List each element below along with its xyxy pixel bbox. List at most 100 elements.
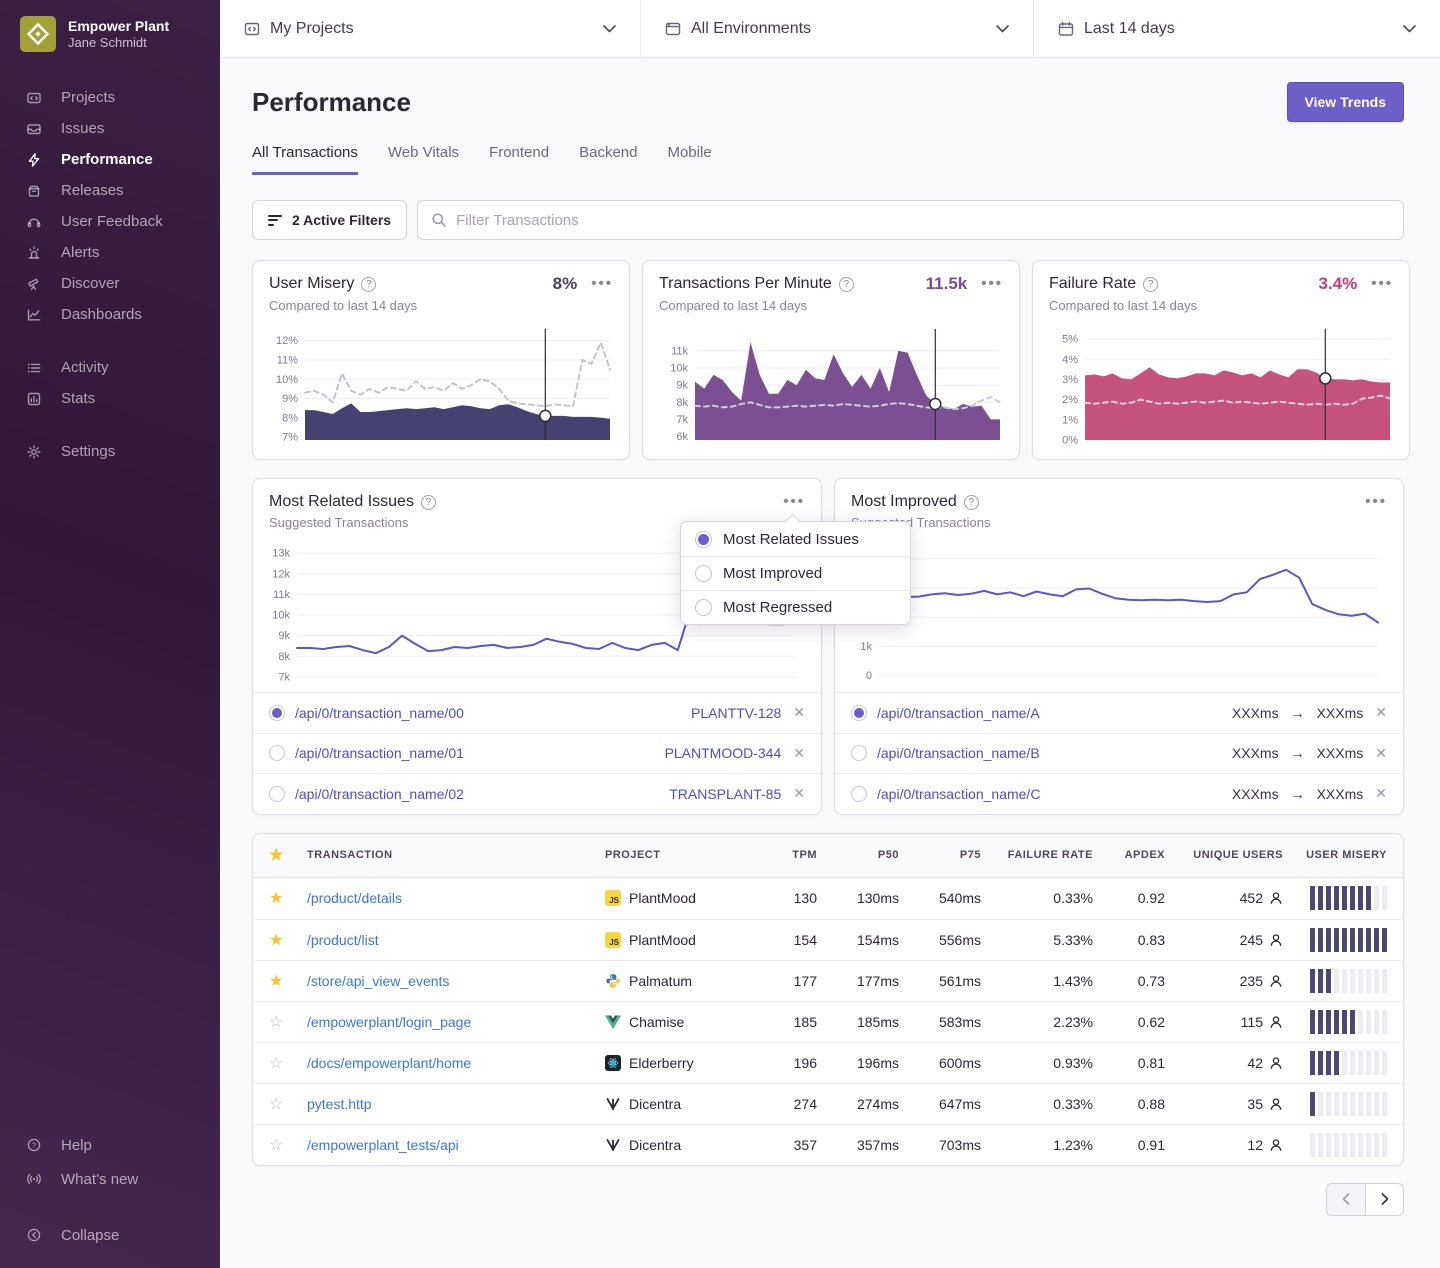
column-header[interactable]: P50: [817, 849, 899, 861]
pagination: [252, 1183, 1404, 1216]
column-header[interactable]: PROJECT: [605, 849, 755, 861]
next-page-button[interactable]: [1365, 1183, 1404, 1216]
ellipsis-menu-icon[interactable]: •••: [981, 279, 1003, 289]
column-header[interactable]: UNIQUE USERS: [1165, 849, 1283, 861]
org-switcher[interactable]: Empower Plant Jane Schmidt: [0, 0, 220, 52]
column-header[interactable]: TPM: [755, 849, 817, 861]
menu-item-most-related-issues[interactable]: Most Related Issues: [681, 522, 910, 556]
radio-button[interactable]: [695, 599, 712, 616]
sidebar-item-alerts[interactable]: Alerts: [0, 237, 220, 268]
sidebar-item-help[interactable]: ? Help: [0, 1128, 220, 1162]
column-header[interactable]: USER MISERY: [1283, 849, 1387, 861]
sidebar-item-issues[interactable]: Issues: [0, 113, 220, 144]
sidebar-item-discover[interactable]: Discover: [0, 268, 220, 299]
close-icon[interactable]: ✕: [1375, 785, 1387, 802]
transaction-link[interactable]: /api/0/transaction_name/C: [877, 786, 1040, 802]
column-header[interactable]: APDEX: [1093, 849, 1165, 861]
tab-web-vitals[interactable]: Web Vitals: [388, 144, 459, 175]
project-selector[interactable]: My Projects: [220, 0, 640, 57]
misery-segment: [1350, 1092, 1355, 1116]
misery-segment: [1366, 886, 1371, 910]
transaction-link[interactable]: /docs/empowerplant/home: [307, 1055, 605, 1071]
help-circle-icon[interactable]: ?: [1143, 277, 1158, 292]
ellipsis-menu-icon[interactable]: •••: [1371, 279, 1393, 289]
sidebar-item-user-feedback[interactable]: User Feedback: [0, 206, 220, 237]
sidebar-item-stats[interactable]: Stats: [0, 383, 220, 414]
menu-item-most-regressed[interactable]: Most Regressed: [681, 590, 910, 624]
sidebar-item-activity[interactable]: Activity: [0, 352, 220, 383]
view-trends-button[interactable]: View Trends: [1287, 82, 1404, 122]
help-circle-icon[interactable]: ?: [421, 495, 436, 510]
transaction-link[interactable]: /store/api_view_events: [307, 973, 605, 989]
project-cell: Dicentra: [605, 1096, 755, 1112]
radio-button[interactable]: [851, 705, 867, 721]
transaction-link[interactable]: /api/0/transaction_name/00: [295, 705, 464, 721]
close-icon[interactable]: ✕: [793, 785, 805, 802]
radio-button[interactable]: [851, 745, 867, 761]
close-icon[interactable]: ✕: [793, 745, 805, 762]
previous-page-button[interactable]: [1326, 1183, 1365, 1216]
help-circle-icon[interactable]: ?: [839, 277, 854, 292]
sidebar-item-projects[interactable]: Projects: [0, 82, 220, 113]
tab-backend[interactable]: Backend: [579, 144, 637, 175]
tab-all-transactions[interactable]: All Transactions: [252, 144, 358, 175]
transaction-link[interactable]: /product/details: [307, 890, 605, 906]
diamond-logo-icon: [26, 22, 50, 46]
sidebar-item-settings[interactable]: Settings: [0, 436, 220, 467]
close-icon[interactable]: ✕: [1375, 745, 1387, 762]
sidebar-item-releases[interactable]: Releases: [0, 175, 220, 206]
help-circle-icon[interactable]: ?: [964, 495, 979, 510]
active-filters-button[interactable]: 2 Active Filters: [252, 200, 407, 240]
radio-button[interactable]: [695, 565, 712, 582]
star-toggle[interactable]: ☆: [269, 1053, 307, 1073]
menu-item-most-improved[interactable]: Most Improved: [681, 556, 910, 590]
environment-selector[interactable]: All Environments: [641, 0, 1033, 57]
unique-users-cell: 42: [1165, 1055, 1283, 1071]
tab-frontend[interactable]: Frontend: [489, 144, 549, 175]
close-icon[interactable]: ✕: [1375, 704, 1387, 721]
ellipsis-menu-icon[interactable]: •••: [1365, 497, 1387, 507]
radio-button[interactable]: [851, 786, 867, 802]
sidebar-item-label: Dashboards: [61, 306, 142, 323]
transaction-link[interactable]: pytest.http: [307, 1096, 605, 1112]
radio-button[interactable]: [695, 531, 712, 548]
sidebar-item-performance[interactable]: Performance: [0, 144, 220, 175]
transaction-link[interactable]: /product/list: [307, 932, 605, 948]
star-toggle[interactable]: ☆: [269, 1094, 307, 1114]
star-toggle[interactable]: ★: [269, 888, 307, 908]
ellipsis-menu-icon[interactable]: •••: [783, 497, 805, 507]
close-icon[interactable]: ✕: [793, 704, 805, 721]
star-toggle[interactable]: ★: [269, 971, 307, 991]
transaction-link[interactable]: /empowerplant/login_page: [307, 1014, 605, 1030]
star-toggle[interactable]: ★: [269, 930, 307, 950]
radio-button[interactable]: [269, 745, 285, 761]
transaction-link[interactable]: /api/0/transaction_name/A: [877, 705, 1040, 721]
transaction-link[interactable]: /api/0/transaction_name/B: [877, 745, 1040, 761]
tab-mobile[interactable]: Mobile: [667, 144, 711, 175]
issue-link[interactable]: TRANSPLANT-85: [669, 786, 781, 802]
arrow-right-icon: →: [1291, 786, 1305, 802]
star-toggle[interactable]: ☆: [269, 1012, 307, 1032]
column-header[interactable]: P75: [899, 849, 981, 861]
transaction-link[interactable]: /api/0/transaction_name/02: [295, 786, 464, 802]
related-issue-row: /api/0/transaction_name/01 PLANTMOOD-344…: [253, 733, 821, 774]
transaction-link[interactable]: /api/0/transaction_name/01: [295, 745, 464, 761]
column-header[interactable]: FAILURE RATE: [981, 849, 1093, 861]
radio-button[interactable]: [269, 786, 285, 802]
radio-button[interactable]: [269, 705, 285, 721]
sidebar-item-whats-new[interactable]: What’s new: [0, 1162, 220, 1196]
issue-link[interactable]: PLANTTV-128: [691, 705, 781, 721]
date-range-selector[interactable]: Last 14 days: [1034, 0, 1440, 57]
search-input[interactable]: [456, 212, 1390, 229]
transaction-link[interactable]: /empowerplant_tests/api: [307, 1137, 605, 1153]
star-sort-icon[interactable]: ★: [269, 845, 307, 865]
help-circle-icon[interactable]: ?: [361, 277, 376, 292]
issue-link[interactable]: PLANTMOOD-344: [665, 745, 782, 761]
project-cell: Elderberry: [605, 1055, 755, 1071]
sidebar-item-dashboards[interactable]: Dashboards: [0, 299, 220, 330]
sidebar-item-collapse[interactable]: Collapse: [0, 1218, 220, 1252]
column-header[interactable]: TRANSACTION: [307, 849, 605, 861]
star-toggle[interactable]: ☆: [269, 1135, 307, 1155]
unique-users-value: 115: [1241, 1014, 1263, 1030]
ellipsis-menu-icon[interactable]: •••: [591, 279, 613, 289]
